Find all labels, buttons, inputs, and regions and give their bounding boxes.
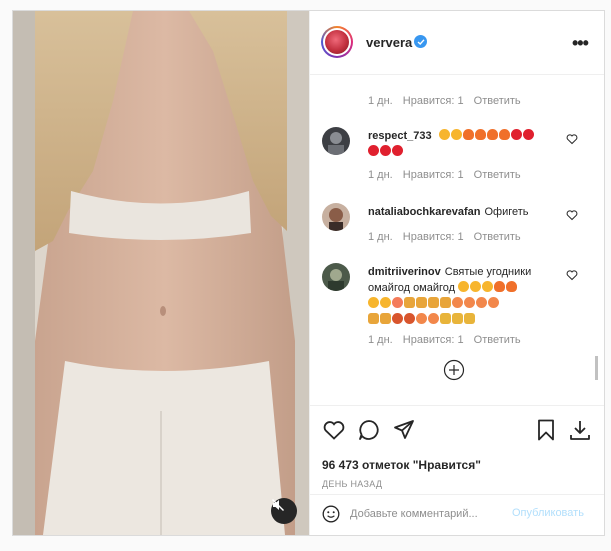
bookmark-icon[interactable] [534, 418, 558, 442]
more-options-button[interactable]: ••• [572, 33, 589, 54]
comment-time: 1 дн. [368, 169, 393, 181]
comment-time: 1 дн. [368, 334, 393, 346]
comment-likes[interactable]: Нравится: 1 [403, 334, 464, 346]
comment-text: dmitriiverinov Святые угодники омайгод ом… [368, 264, 558, 328]
comment-input[interactable] [346, 504, 504, 524]
commenter-username[interactable]: nataliabochkarevafan [368, 206, 481, 218]
download-icon[interactable] [568, 418, 592, 442]
avatar[interactable] [321, 26, 353, 58]
commenter-username[interactable]: dmitriiverinov [368, 266, 441, 278]
comment-time: 1 дн. [368, 231, 393, 243]
post-header: ververa ••• [310, 11, 604, 75]
like-comment-heart-icon[interactable] [566, 133, 578, 145]
reply-button[interactable]: Ответить [474, 95, 521, 107]
comment-meta: 1 дн. Нравится: 1 Ответить [368, 95, 528, 107]
commenter-avatar[interactable] [322, 127, 350, 155]
video-frame [13, 11, 309, 535]
share-send-icon[interactable] [392, 418, 416, 442]
add-comment-bar: Опубликовать [310, 494, 604, 534]
post-actions: 96 473 отметок "Нравится" ДЕНЬ НАЗАД Опу… [310, 405, 604, 535]
commenter-avatar[interactable] [322, 203, 350, 231]
post-sidebar: ververa ••• 1 дн. Нравится: 1 Ответить r… [309, 11, 604, 535]
comment-time: 1 дн. [368, 95, 393, 107]
reply-button[interactable]: Ответить [474, 231, 521, 243]
like-comment-heart-icon[interactable] [566, 209, 578, 221]
comment-meta: 1 дн. Нравится: 1 Ответить [368, 334, 528, 346]
speaker-muted-icon [272, 499, 284, 511]
verified-badge-icon [414, 35, 427, 48]
likes-count[interactable]: 96 473 отметок "Нравится" [322, 458, 481, 472]
post-video[interactable] [13, 11, 309, 535]
comments-list[interactable]: 1 дн. Нравится: 1 Ответить respect_733 1… [310, 75, 604, 405]
like-comment-heart-icon[interactable] [566, 269, 578, 281]
post-card: ververa ••• 1 дн. Нравится: 1 Ответить r… [12, 10, 605, 536]
post-time: ДЕНЬ НАЗАД [322, 479, 383, 489]
like-heart-icon[interactable] [322, 418, 346, 442]
comment-likes[interactable]: Нравится: 1 [403, 231, 464, 243]
page-scrollbar[interactable] [591, 10, 605, 536]
commenter-username[interactable]: respect_733 [368, 130, 432, 142]
comment-text: nataliabochkarevafan Офигеть [368, 206, 529, 218]
comment-meta: 1 дн. Нравится: 1 Ответить [368, 169, 528, 181]
commenter-avatar[interactable] [322, 263, 350, 291]
load-more-comments-icon[interactable] [443, 359, 465, 381]
comment-likes[interactable]: Нравится: 1 [403, 95, 464, 107]
comment-likes[interactable]: Нравится: 1 [403, 169, 464, 181]
reply-button[interactable]: Ответить [474, 334, 521, 346]
emoji-smile-icon[interactable] [322, 505, 340, 523]
comment-meta: 1 дн. Нравится: 1 Ответить [368, 231, 528, 243]
comment-text: respect_733 [368, 128, 558, 160]
reply-button[interactable]: Ответить [474, 169, 521, 181]
publish-comment-button[interactable]: Опубликовать [512, 507, 584, 519]
mute-button[interactable] [271, 498, 297, 524]
comment-bubble-icon[interactable] [357, 418, 381, 442]
post-username[interactable]: ververa [366, 35, 412, 50]
